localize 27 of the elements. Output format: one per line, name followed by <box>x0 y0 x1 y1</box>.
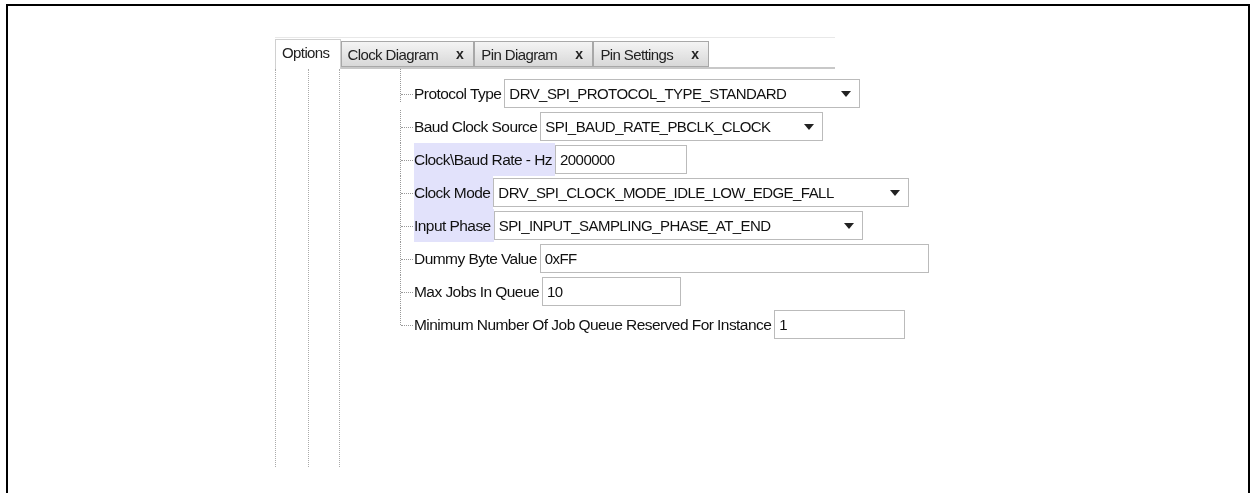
setting-label: Minimum Number Of Job Queue Reserved For Instance <box>414 315 773 335</box>
input-field[interactable]: 2000000 <box>555 145 688 174</box>
dropdown[interactable]: DRV_SPI_PROTOCOL_TYPE_STANDARD <box>504 79 861 108</box>
setting-label: Baud Clock Source <box>414 117 539 137</box>
tab[interactable]: Pin Settings x <box>593 41 710 67</box>
dropdown[interactable]: SPI_BAUD_RATE_PBCLK_CLOCK <box>540 112 824 141</box>
close-tab-button[interactable]: x <box>691 46 699 62</box>
setting-label: Protocol Type <box>414 84 503 104</box>
setting-label: Max Jobs In Queue <box>414 282 541 302</box>
input-field[interactable]: 0xFF <box>539 244 929 273</box>
dropdown[interactable]: SPI_INPUT_SAMPLING_PHASE_AT_END <box>493 211 863 240</box>
setting-label: Clock Mode <box>414 176 494 209</box>
tab[interactable]: Pin Diagram x <box>474 41 594 67</box>
input-field[interactable]: 1 <box>774 310 906 339</box>
dropdown-caret-icon <box>841 90 852 97</box>
tab[interactable]: Options <box>275 39 341 69</box>
dropdown-caret-icon <box>890 189 901 196</box>
close-tab-button[interactable]: x <box>575 46 583 62</box>
close-tab-button[interactable]: x <box>456 46 464 62</box>
dropdown[interactable]: DRV_SPI_CLOCK_MODE_IDLE_LOW_EDGE_FALL <box>493 178 910 207</box>
setting-label: Input Phase <box>414 209 494 242</box>
dropdown-caret-icon <box>804 123 815 130</box>
tab[interactable]: Clock Diagram x <box>340 41 475 67</box>
dropdown-caret-icon <box>843 222 854 229</box>
setting-label: Dummy Byte Value <box>414 249 538 269</box>
input-field[interactable]: 10 <box>542 277 682 306</box>
setting-label: Clock\Baud Rate - Hz <box>414 143 556 176</box>
